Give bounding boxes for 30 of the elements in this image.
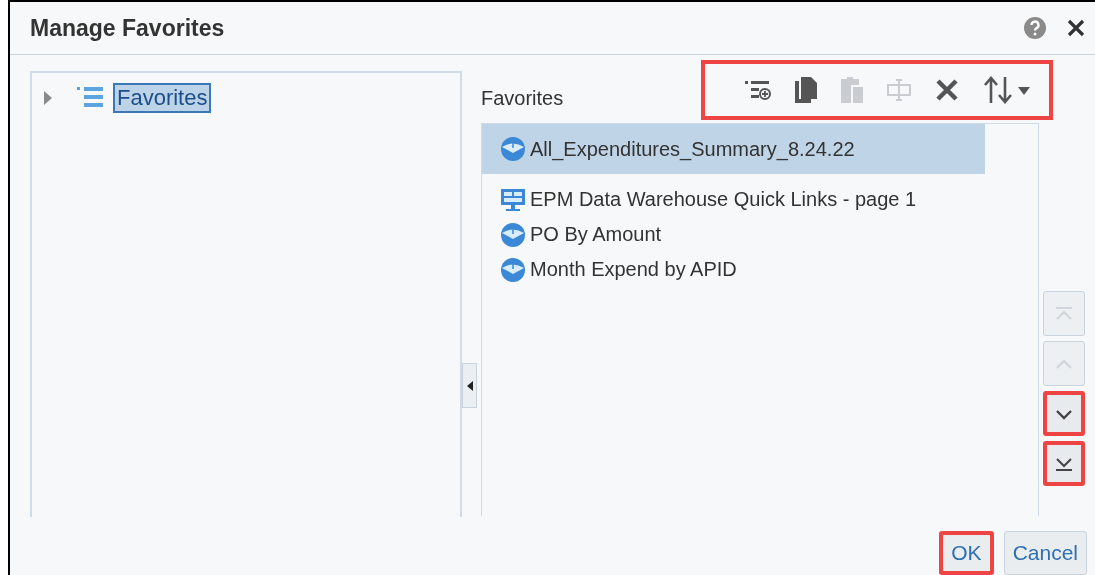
favorite-item[interactable]: EPM Data Warehouse Quick Links - page 1: [482, 182, 985, 217]
favorite-item[interactable]: PO By Amount: [482, 217, 985, 252]
favorite-name: Month Expend by APID: [530, 258, 737, 281]
favorite-name: EPM Data Warehouse Quick Links - page 1: [530, 188, 917, 211]
ok-button[interactable]: OK: [939, 531, 994, 575]
splitter-handle[interactable]: [462, 363, 477, 408]
monitor-icon: [500, 186, 526, 213]
favorite-name: All_Expenditures_Summary_8.24.22: [530, 137, 855, 161]
move-bottom-button[interactable]: [1043, 441, 1085, 486]
move-down-button[interactable]: [1043, 391, 1085, 436]
analysis-icon: [500, 221, 526, 248]
analysis-icon: [500, 136, 526, 162]
window-title: Manage Favorites: [30, 14, 225, 42]
close-icon[interactable]: [1067, 19, 1085, 37]
favorite-name: PO By Amount: [530, 223, 662, 246]
chevron-bar-icon: [1054, 305, 1074, 322]
help-icon[interactable]: [1023, 16, 1047, 40]
delete-icon[interactable]: [935, 78, 959, 102]
tree-item[interactable]: Favorites: [113, 83, 212, 113]
list-icon: [77, 86, 105, 110]
favorites-label: Favorites: [481, 86, 564, 110]
favorite-item[interactable]: All_Expenditures_Summary_8.24.22: [482, 124, 985, 174]
analysis-icon: [500, 256, 526, 283]
chevron-bar-icon: [1054, 455, 1074, 472]
favorite-item[interactable]: Month Expend by APID: [482, 252, 985, 287]
copy-icon[interactable]: [795, 77, 817, 103]
cancel-button[interactable]: Cancel: [1003, 531, 1087, 575]
collapse-arrow-icon: [466, 380, 473, 391]
sort-icon[interactable]: [983, 76, 1031, 104]
expand-arrow-icon[interactable]: [43, 90, 53, 106]
